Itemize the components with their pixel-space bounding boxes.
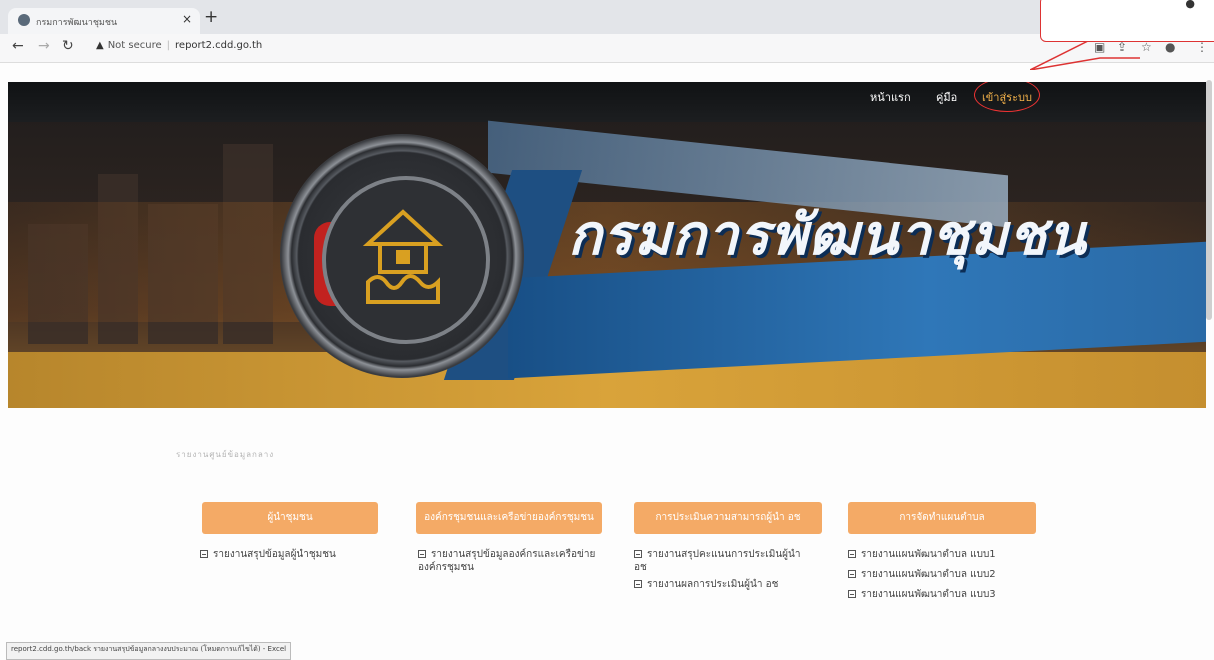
report-link-label: รายงานแผนพัฒนาตำบล แบบ2 xyxy=(861,569,996,580)
report-link-label: รายงานแผนพัฒนาตำบล แบบ3 xyxy=(861,589,996,600)
url-text: report2.cdd.go.th xyxy=(175,40,263,51)
address-divider: | xyxy=(166,40,171,51)
report-icon xyxy=(200,550,208,558)
warning-icon: ▲ xyxy=(96,40,104,51)
report-link[interactable]: รายงานแผนพัฒนาตำบล แบบ3 xyxy=(848,588,1048,601)
close-tab-icon[interactable]: × xyxy=(182,12,192,26)
browser-tab[interactable]: กรมการพัฒนาชุมชน × xyxy=(8,8,200,34)
report-icon xyxy=(634,550,642,558)
reload-icon[interactable]: ↻ xyxy=(62,38,74,54)
tab-title: กรมการพัฒนาชุมชน xyxy=(36,18,118,28)
callout-box: ● xyxy=(1040,0,1214,42)
vertical-scrollbar[interactable] xyxy=(1206,80,1212,320)
report-icon xyxy=(634,580,642,588)
report-link[interactable]: รายงานแผนพัฒนาตำบล แบบ2 xyxy=(848,568,1048,581)
star-icon[interactable]: ☆ xyxy=(1141,40,1152,54)
report-link[interactable]: รายงานสรุปข้อมูลผู้นำชุมชน xyxy=(200,548,390,561)
browser-tab-bar: กรมการพัฒนาชุมชน × + xyxy=(0,0,1214,34)
report-icon xyxy=(848,550,856,558)
report-link[interactable]: รายงานผลการประเมินผู้นำ อช xyxy=(634,578,824,591)
report-link[interactable]: รายงานสรุปข้อมูลองค์กรและเครือข่ายองค์กร… xyxy=(418,548,608,574)
new-tab-button[interactable]: + xyxy=(204,7,218,27)
report-link-label: รายงานแผนพัฒนาตำบล แบบ1 xyxy=(861,549,996,560)
profile-icon[interactable]: ● xyxy=(1165,40,1175,54)
column-header-tambon-plan: การจัดทำแผนตำบล xyxy=(848,502,1036,534)
hero-banner: กรมการพัฒนาชุมชน หน้าแรก คู่มือ เข้าสู่ร… xyxy=(8,82,1206,408)
nav-home-link[interactable]: หน้าแรก xyxy=(870,88,911,106)
report-icon xyxy=(848,590,856,598)
nav-manual-link[interactable]: คู่มือ xyxy=(936,88,957,106)
report-link[interactable]: รายงานแผนพัฒนาตำบล แบบ1 xyxy=(848,548,1048,561)
forward-icon[interactable]: → xyxy=(38,38,50,54)
report-icon xyxy=(418,550,426,558)
column-header-assessment: การประเมินความสามารถผู้นำ อช xyxy=(634,502,822,534)
report-link-label: รายงานสรุปข้อมูลผู้นำชุมชน xyxy=(213,549,336,560)
report-link[interactable]: รายงานสรุปคะแนนการประเมินผู้นำ อช xyxy=(634,548,814,574)
column-header-organizations: องค์กรชุมชนและเครือข่ายองค์กรชุมชน xyxy=(416,502,602,534)
department-title: กรมการพัฒนาชุมชน xyxy=(568,202,1087,268)
report-link-label: รายงานสรุปคะแนนการประเมินผู้นำ อช xyxy=(634,549,801,573)
department-logo xyxy=(280,134,524,378)
column-header-leaders: ผู้นำชุมชน xyxy=(202,502,378,534)
report-link-label: รายงานผลการประเมินผู้นำ อช xyxy=(647,579,779,590)
status-bar: report2.cdd.go.th/back รายงานสรุปข้อมูลก… xyxy=(6,642,292,660)
globe-icon xyxy=(18,14,30,26)
section-label: รายงานศูนย์ข้อมูลกลาง xyxy=(176,450,275,459)
seal-icon xyxy=(362,209,444,304)
menu-icon[interactable]: ⋮ xyxy=(1196,40,1208,54)
security-label: Not secure xyxy=(107,40,162,51)
address-bar[interactable]: ▲ Not secure | report2.cdd.go.th xyxy=(96,40,262,51)
report-icon xyxy=(848,570,856,578)
report-link-label: รายงานสรุปข้อมูลองค์กรและเครือข่ายองค์กร… xyxy=(418,549,596,573)
callout-marker-icon: ● xyxy=(1185,0,1195,10)
back-icon[interactable]: ← xyxy=(12,38,24,54)
